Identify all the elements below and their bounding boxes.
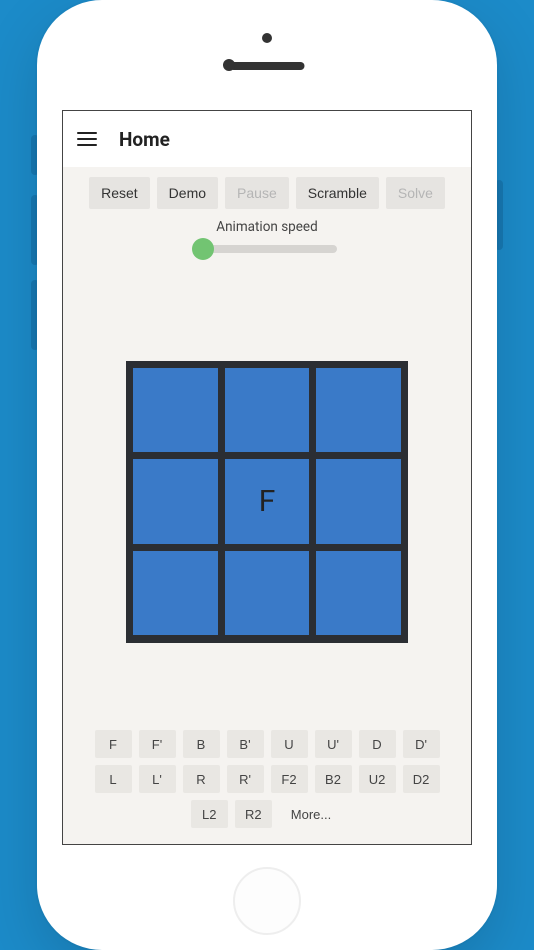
move-rp[interactable]: R' <box>227 765 264 793</box>
scramble-button[interactable]: Scramble <box>296 177 379 209</box>
demo-button[interactable]: Demo <box>157 177 218 209</box>
cube-face[interactable]: F <box>126 361 408 643</box>
move-f[interactable]: F <box>95 730 132 758</box>
cubie-1-0[interactable] <box>133 459 218 544</box>
move-u[interactable]: U <box>271 730 308 758</box>
moves-row-1: F F' B B' U U' D D' <box>95 730 440 758</box>
cubie-0-2[interactable] <box>316 368 401 453</box>
move-d2[interactable]: D2 <box>403 765 440 793</box>
speed-slider[interactable] <box>197 237 337 261</box>
pause-button: Pause <box>225 177 289 209</box>
cubie-2-0[interactable] <box>133 551 218 636</box>
move-r2[interactable]: R2 <box>235 800 272 828</box>
slider-thumb[interactable] <box>192 238 214 260</box>
menu-icon[interactable] <box>77 132 97 146</box>
move-l[interactable]: L <box>95 765 132 793</box>
speed-control: Animation speed <box>63 215 471 265</box>
page-title: Home <box>119 128 170 151</box>
cubie-1-2[interactable] <box>316 459 401 544</box>
move-lp[interactable]: L' <box>139 765 176 793</box>
move-r[interactable]: R <box>183 765 220 793</box>
slider-track <box>197 245 337 253</box>
moves-row-2: L L' R R' F2 B2 U2 D2 <box>95 765 440 793</box>
cubie-0-1[interactable] <box>225 368 310 453</box>
toolbar: Reset Demo Pause Scramble Solve <box>63 167 471 215</box>
app-screen: Home Reset Demo Pause Scramble Solve Ani… <box>62 110 472 845</box>
move-l2[interactable]: L2 <box>191 800 228 828</box>
reset-button[interactable]: Reset <box>89 177 150 209</box>
phone-camera <box>262 33 272 43</box>
move-bp[interactable]: B' <box>227 730 264 758</box>
cubie-0-0[interactable] <box>133 368 218 453</box>
move-d[interactable]: D <box>359 730 396 758</box>
cube-viewport[interactable]: F <box>63 265 471 718</box>
speed-label: Animation speed <box>63 219 471 235</box>
move-u2[interactable]: U2 <box>359 765 396 793</box>
app-header: Home <box>63 111 471 167</box>
move-b[interactable]: B <box>183 730 220 758</box>
move-f2[interactable]: F2 <box>271 765 308 793</box>
cubie-2-1[interactable] <box>225 551 310 636</box>
move-b2[interactable]: B2 <box>315 765 352 793</box>
cubie-2-2[interactable] <box>316 551 401 636</box>
move-fp[interactable]: F' <box>139 730 176 758</box>
move-up[interactable]: U' <box>315 730 352 758</box>
moves-panel: F F' B B' U U' D D' L L' R R' F2 B2 U2 D… <box>63 718 471 844</box>
phone-mockup: Home Reset Demo Pause Scramble Solve Ani… <box>37 0 497 950</box>
moves-row-3: L2 R2 More... <box>191 800 343 828</box>
cubie-1-1-center[interactable]: F <box>225 459 310 544</box>
phone-sensor <box>223 59 235 71</box>
phone-speaker <box>230 62 305 70</box>
move-dp[interactable]: D' <box>403 730 440 758</box>
solve-button: Solve <box>386 177 445 209</box>
phone-home-button[interactable] <box>233 867 301 935</box>
more-moves-button[interactable]: More... <box>279 800 343 828</box>
